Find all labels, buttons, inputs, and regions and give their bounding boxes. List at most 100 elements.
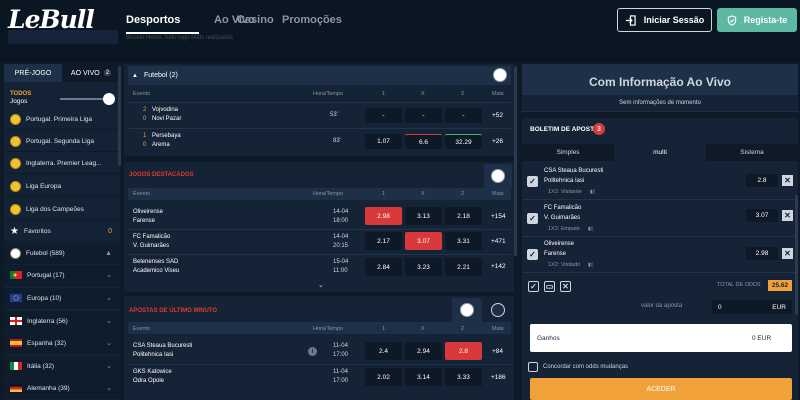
sidebar-item-liga-europa[interactable]: Liga Europa: [4, 176, 120, 197]
betslip-scrollbar[interactable]: [795, 195, 798, 315]
jogos-slider-track[interactable]: [60, 98, 106, 100]
checkbox-checked-icon[interactable]: ✓: [527, 176, 538, 187]
odd-x[interactable]: 6.6: [405, 134, 442, 149]
stats-icon[interactable]: ▮▯: [590, 189, 596, 195]
sidebar-country-italia[interactable]: Itália (32) ⌄: [4, 356, 120, 377]
country-label: Alemanha (39): [27, 384, 70, 392]
col-header-time: Hora/Tempo: [313, 191, 343, 197]
more-markets[interactable]: +84: [492, 348, 503, 355]
odd-2[interactable]: 3.31: [445, 232, 482, 250]
remove-bet-icon[interactable]: ✕: [782, 175, 793, 186]
more-markets[interactable]: +471: [491, 238, 506, 245]
more-markets[interactable]: +52: [492, 112, 503, 119]
sidebar-country-alemanha[interactable]: Alemanha (39) ⌄: [4, 378, 120, 399]
col-header-1: 1: [382, 91, 386, 97]
odd-1[interactable]: 2.4: [365, 342, 402, 360]
more-markets[interactable]: +186: [491, 374, 506, 381]
sidebar-item-segunda-liga[interactable]: Portugal. Segunda Liga: [4, 131, 120, 152]
odd-x[interactable]: -: [405, 108, 442, 123]
germany-flag-icon: [10, 384, 22, 392]
sidebar-item-label: Inglaterra. Premier Leag...: [26, 159, 102, 167]
clear-all-icon[interactable]: ✕: [560, 281, 571, 292]
select-all-icon[interactable]: ✓: [528, 281, 539, 292]
portugal-flag-icon: [10, 271, 22, 279]
register-button[interactable]: Regista-te: [717, 8, 797, 32]
chevron-down-icon: ⌄: [106, 295, 112, 302]
center-scrollbar[interactable]: [514, 66, 517, 256]
soccer-ball-icon: [10, 157, 21, 169]
odd-1[interactable]: 1.07: [365, 134, 402, 149]
featured-sport-tab[interactable]: [484, 164, 512, 188]
checkbox-checked-icon[interactable]: ✓: [527, 249, 538, 260]
star-icon: ★: [10, 225, 19, 237]
stats-icon[interactable]: ▮▯: [588, 262, 594, 268]
odd-2[interactable]: 2.21: [445, 258, 482, 276]
odd-2[interactable]: -: [445, 108, 482, 123]
deselect-icon[interactable]: ▭: [544, 281, 555, 292]
tab-prematch[interactable]: PRÉ-JOGO: [4, 64, 62, 82]
odd-1[interactable]: 2.98: [365, 207, 402, 225]
shield-icon: [727, 14, 736, 26]
odd-1[interactable]: -: [365, 108, 402, 123]
tab-multi[interactable]: multi: [614, 144, 706, 161]
accept-odds-label: Concordar com odds mudanças: [543, 364, 629, 370]
odd-x[interactable]: 3.13: [405, 207, 442, 225]
soccer-ball-icon[interactable]: [493, 68, 507, 82]
odd-1[interactable]: 2.84: [365, 258, 402, 276]
total-odds-value: 25.62: [768, 280, 792, 291]
login-button[interactable]: Iniciar Sessão: [617, 8, 712, 32]
odd-1[interactable]: 2.02: [365, 368, 402, 386]
sidebar-country-espanha[interactable]: Espanha (32) ⌄: [4, 333, 120, 354]
match-hour: 20:15: [333, 243, 349, 249]
live-section-header[interactable]: ▲ Futebol (2): [128, 66, 511, 85]
odd-2[interactable]: 3.33: [445, 368, 482, 386]
col-header-event: Evento: [133, 191, 151, 197]
remove-bet-icon[interactable]: ✕: [782, 248, 793, 259]
nav-promocoes[interactable]: Promoções: [282, 14, 342, 26]
sidebar-item-premier-league[interactable]: Inglaterra. Premier Leag...: [4, 153, 120, 174]
nav-desportos[interactable]: Desportos: [126, 14, 180, 26]
remove-bet-icon[interactable]: ✕: [782, 210, 793, 221]
col-header-x: X: [421, 326, 425, 332]
sidebar-item-liga-campeoes[interactable]: Liga dos Campeões: [4, 199, 120, 220]
sidebar-item-primeira-liga[interactable]: Portugal. Primeira Liga: [4, 109, 120, 130]
nav-casino[interactable]: Casino: [237, 14, 274, 26]
odd-2[interactable]: 2.8: [445, 342, 482, 360]
odd-2[interactable]: 2.18: [445, 207, 482, 225]
odd-x[interactable]: 3.07: [405, 232, 442, 250]
search-input[interactable]: [8, 30, 118, 44]
tab-simples[interactable]: Simples: [522, 144, 614, 161]
lastminute-soccer-tab[interactable]: [452, 298, 482, 322]
sidebar-item-futebol[interactable]: Futebol (589) ▲: [4, 243, 120, 264]
sidebar-item-favoritos[interactable]: ★ Favoritos 0: [4, 221, 120, 242]
accept-odds-checkbox[interactable]: [528, 362, 538, 372]
live-info-title: Com Informação Ao Vivo: [588, 75, 732, 89]
jogos-slider-knob[interactable]: [103, 93, 115, 105]
odd-2[interactable]: 32.29: [445, 134, 482, 149]
submit-bet-button[interactable]: ACEDER: [530, 378, 792, 400]
checkbox-checked-icon[interactable]: ✓: [527, 213, 538, 224]
spain-flag-icon: [10, 339, 22, 347]
odd-x[interactable]: 3.23: [405, 258, 442, 276]
tab-sistema[interactable]: Sistema: [706, 144, 798, 161]
chevron-down-icon[interactable]: ⌄: [318, 281, 324, 289]
odd-x[interactable]: 3.14: [405, 368, 442, 386]
score-away: 0: [143, 142, 147, 148]
more-markets[interactable]: +142: [491, 263, 506, 270]
info-icon[interactable]: i: [308, 347, 317, 356]
sidebar-country-portugal[interactable]: Portugal (17) ⌄: [4, 265, 120, 286]
tab-live[interactable]: AO VIVO 2: [62, 64, 120, 82]
odd-x[interactable]: 2.94: [405, 342, 442, 360]
sidebar-country-inglaterra[interactable]: Inglaterra (56) ⌄: [4, 311, 120, 332]
lastminute-basketball-tab[interactable]: [484, 298, 512, 322]
sidebar-scrollbar[interactable]: [118, 66, 121, 166]
soccer-ball-icon: [10, 113, 21, 125]
odd-1[interactable]: 2.17: [365, 232, 402, 250]
more-markets[interactable]: +26: [492, 138, 503, 145]
bet-odd: 2.8: [746, 174, 778, 187]
stats-icon[interactable]: ▮▯: [588, 226, 594, 232]
sidebar-country-europa[interactable]: Europa (10) ⌄: [4, 288, 120, 309]
sidebar-item-label: Portugal. Primeira Liga: [26, 115, 93, 123]
more-markets[interactable]: +154: [491, 213, 506, 220]
stake-input[interactable]: 0 EUR: [712, 300, 792, 314]
